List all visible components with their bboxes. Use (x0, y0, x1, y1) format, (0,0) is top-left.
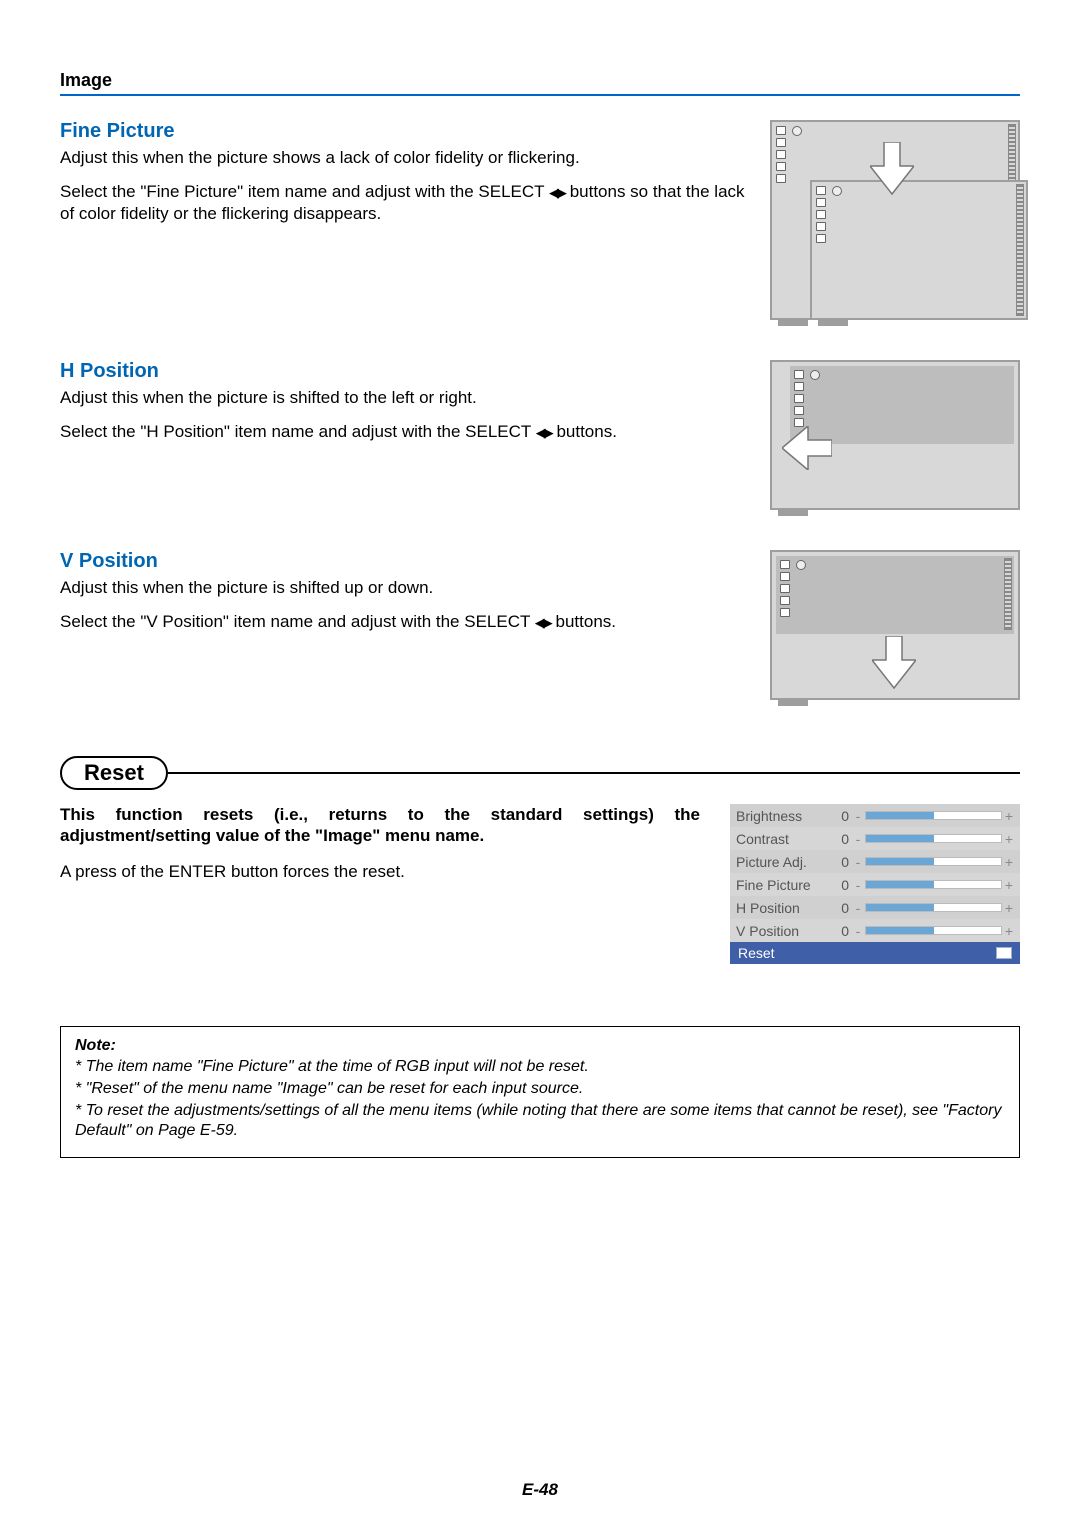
fine-picture-desc2: Select the "Fine Picture" item name and … (60, 181, 750, 225)
osd-item-value: 0 (831, 900, 849, 916)
section-v-position: V Position Adjust this when the picture … (60, 550, 1020, 706)
note-box: Note: * The item name "Fine Picture" at … (60, 1026, 1020, 1158)
divider (168, 772, 1020, 774)
osd-item-label: Fine Picture (736, 877, 831, 893)
osd-item-value: 0 (831, 854, 849, 870)
reset-pill-heading: Reset (60, 756, 168, 790)
reset-bold-desc: This function resets (i.e., returns to t… (60, 804, 700, 847)
diagram-v-position (770, 550, 1020, 706)
osd-item-label: Contrast (736, 831, 831, 847)
text: Select the "Fine Picture" item name and … (60, 182, 549, 201)
select-left-right-icon (549, 182, 565, 201)
osd-row-picture-adj-[interactable]: Picture Adj.0- + (730, 850, 1020, 873)
text: Select the "V Position" item name and ad… (60, 612, 535, 631)
heading-v-position: V Position (60, 550, 750, 573)
osd-reset-row[interactable]: Reset (730, 942, 1020, 964)
v-position-desc1: Adjust this when the picture is shifted … (60, 577, 750, 599)
note-line-1: * The item name "Fine Picture" at the ti… (75, 1057, 1005, 1077)
h-position-desc1: Adjust this when the picture is shifted … (60, 387, 750, 409)
note-line-3: * To reset the adjustments/settings of a… (75, 1101, 1005, 1141)
osd-row-brightness[interactable]: Brightness0- + (730, 804, 1020, 827)
text: buttons. (556, 422, 617, 441)
osd-reset-label: Reset (738, 945, 775, 961)
fine-picture-desc1: Adjust this when the picture shows a lac… (60, 147, 750, 169)
section-reset: Reset This function resets (i.e., return… (60, 756, 1020, 964)
select-left-right-icon (535, 612, 551, 631)
plus-icon: + (1004, 923, 1014, 939)
minus-icon: - (853, 900, 863, 916)
reset-desc: A press of the ENTER button forces the r… (60, 861, 700, 883)
osd-slider[interactable] (865, 926, 1002, 935)
diagram-h-position (770, 360, 1020, 516)
osd-row-h-position[interactable]: H Position0- + (730, 896, 1020, 919)
osd-item-value: 0 (831, 808, 849, 824)
osd-slider[interactable] (865, 903, 1002, 912)
section-fine-picture: Fine Picture Adjust this when the pictur… (60, 120, 1020, 326)
note-heading: Note: (75, 1037, 1005, 1055)
select-left-right-icon (536, 422, 552, 441)
page-number: E-48 (0, 1480, 1080, 1500)
plus-icon: + (1004, 831, 1014, 847)
osd-panel: Brightness0-+Contrast0-+Picture Adj.0-+F… (730, 804, 1020, 964)
plus-icon: + (1004, 808, 1014, 824)
plus-icon: + (1004, 877, 1014, 893)
minus-icon: - (853, 877, 863, 893)
osd-slider[interactable] (865, 880, 1002, 889)
heading-h-position: H Position (60, 360, 750, 383)
osd-slider[interactable] (865, 857, 1002, 866)
osd-item-value: 0 (831, 877, 849, 893)
v-position-desc2: Select the "V Position" item name and ad… (60, 611, 750, 633)
h-position-desc2: Select the "H Position" item name and ad… (60, 421, 750, 443)
osd-row-contrast[interactable]: Contrast0- + (730, 827, 1020, 850)
osd-item-label: V Position (736, 923, 831, 939)
minus-icon: - (853, 831, 863, 847)
arrow-down-icon (870, 142, 914, 196)
note-line-2: * "Reset" of the menu name "Image" can b… (75, 1079, 1005, 1099)
text: buttons. (556, 612, 617, 631)
osd-item-label: Brightness (736, 808, 831, 824)
minus-icon: - (853, 923, 863, 939)
osd-row-fine-picture[interactable]: Fine Picture0- + (730, 873, 1020, 896)
arrow-down-icon (872, 636, 916, 690)
osd-row-v-position[interactable]: V Position0- + (730, 919, 1020, 942)
diagram-fine-picture (770, 120, 1020, 326)
heading-fine-picture: Fine Picture (60, 120, 750, 143)
plus-icon: + (1004, 900, 1014, 916)
osd-item-label: H Position (736, 900, 831, 916)
breadcrumb: Image (60, 70, 1020, 96)
enter-icon (996, 947, 1012, 959)
minus-icon: - (853, 854, 863, 870)
osd-item-value: 0 (831, 923, 849, 939)
osd-item-label: Picture Adj. (736, 854, 831, 870)
osd-item-value: 0 (831, 831, 849, 847)
text: Select the "H Position" item name and ad… (60, 422, 536, 441)
arrow-left-icon (782, 426, 832, 470)
section-h-position: H Position Adjust this when the picture … (60, 360, 1020, 516)
osd-slider[interactable] (865, 811, 1002, 820)
minus-icon: - (853, 808, 863, 824)
plus-icon: + (1004, 854, 1014, 870)
osd-slider[interactable] (865, 834, 1002, 843)
